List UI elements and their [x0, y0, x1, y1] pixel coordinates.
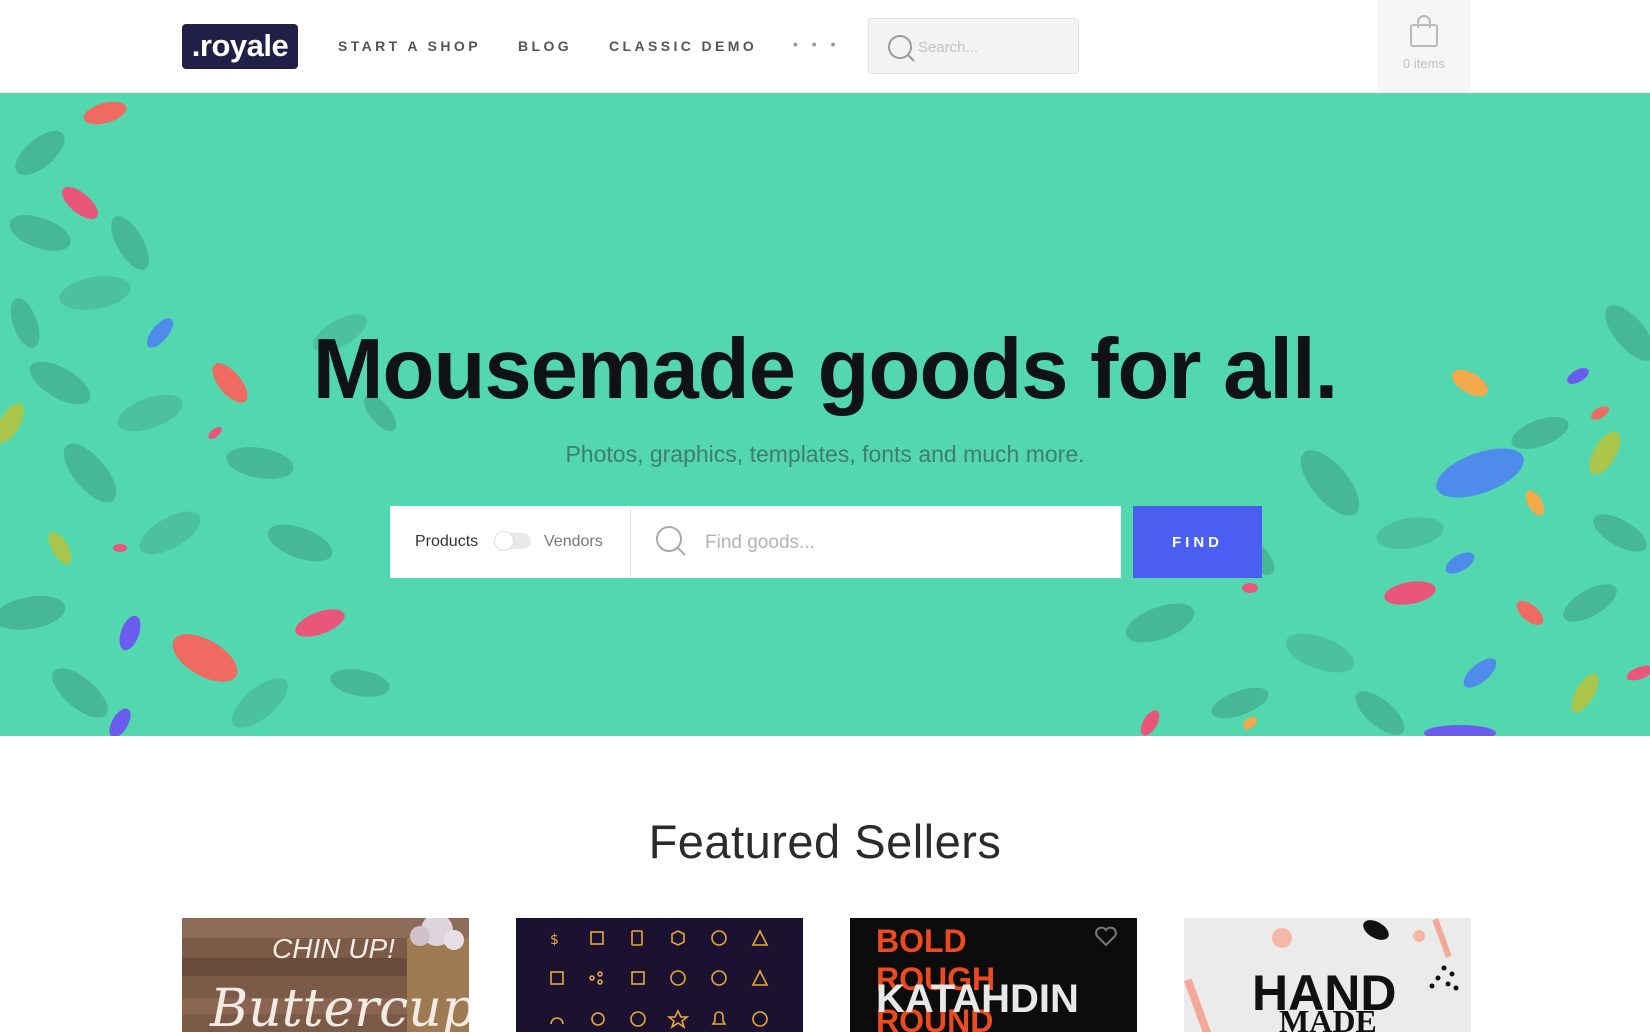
- header-search-input[interactable]: [918, 35, 1068, 59]
- card-title-line1: BOLD: [876, 923, 967, 959]
- toggle-label-products[interactable]: Products: [415, 533, 478, 551]
- featured-sellers-title: Featured Sellers: [648, 815, 1002, 868]
- svg-text:$: $: [550, 932, 559, 948]
- toggle-label-vendors[interactable]: Vendors: [544, 533, 603, 551]
- header-search[interactable]: [868, 18, 1079, 74]
- cart-button[interactable]: 0 items: [1377, 0, 1471, 92]
- toggle-switch-knob[interactable]: [494, 531, 514, 551]
- card-title-line1: CHIN UP!: [272, 933, 395, 964]
- buttercup-thumbnail: CHIN UP! Buttercup: [182, 918, 469, 1032]
- katahdin-thumbnail: BOLD ROUGH ROUND KATAHDIN: [850, 918, 1137, 1032]
- nav-blog[interactable]: BLOG: [518, 38, 572, 54]
- hero-subtitle: Photos, graphics, templates, fonts and m…: [565, 441, 1085, 467]
- hero-title: Mousemade goods for all.: [312, 322, 1338, 417]
- shopping-bag-icon: [1410, 15, 1438, 47]
- card-title-line2: MADE: [1279, 1003, 1377, 1032]
- seller-card-hand-made[interactable]: HAND MADE: [1184, 918, 1471, 1032]
- card-title-line2: Buttercup: [209, 979, 469, 1032]
- nav-start-a-shop[interactable]: START A SHOP: [338, 38, 481, 54]
- seller-card-buttercup[interactable]: CHIN UP! Buttercup: [182, 918, 469, 1032]
- hand-made-thumbnail: HAND MADE: [1184, 918, 1471, 1032]
- product-search-box: Products Vendors: [390, 506, 1121, 578]
- more-menu-button[interactable]: • • •: [793, 36, 840, 52]
- icon-set-thumbnail: $: [516, 918, 803, 1032]
- logo[interactable]: .royale: [182, 24, 298, 69]
- find-button[interactable]: FIND: [1133, 506, 1262, 578]
- search-icon: [656, 526, 686, 556]
- hero-banner: Mousemade goods for all. Photos, graphic…: [0, 93, 1650, 736]
- seller-card-icon-set[interactable]: $: [516, 918, 803, 1032]
- search-icon: [888, 35, 915, 62]
- products-vendors-toggle[interactable]: Products Vendors: [390, 506, 631, 578]
- seller-card-katahdin[interactable]: BOLD ROUGH ROUND KATAHDIN: [850, 918, 1137, 1032]
- cart-count: 0 items: [1403, 56, 1445, 71]
- site-header: .royale START A SHOP BLOG CLASSIC DEMO •…: [0, 0, 1650, 93]
- find-goods-input[interactable]: [705, 528, 1095, 558]
- card-title-line3: KATAHDIN: [876, 977, 1079, 1021]
- nav-classic-demo[interactable]: CLASSIC DEMO: [609, 38, 757, 54]
